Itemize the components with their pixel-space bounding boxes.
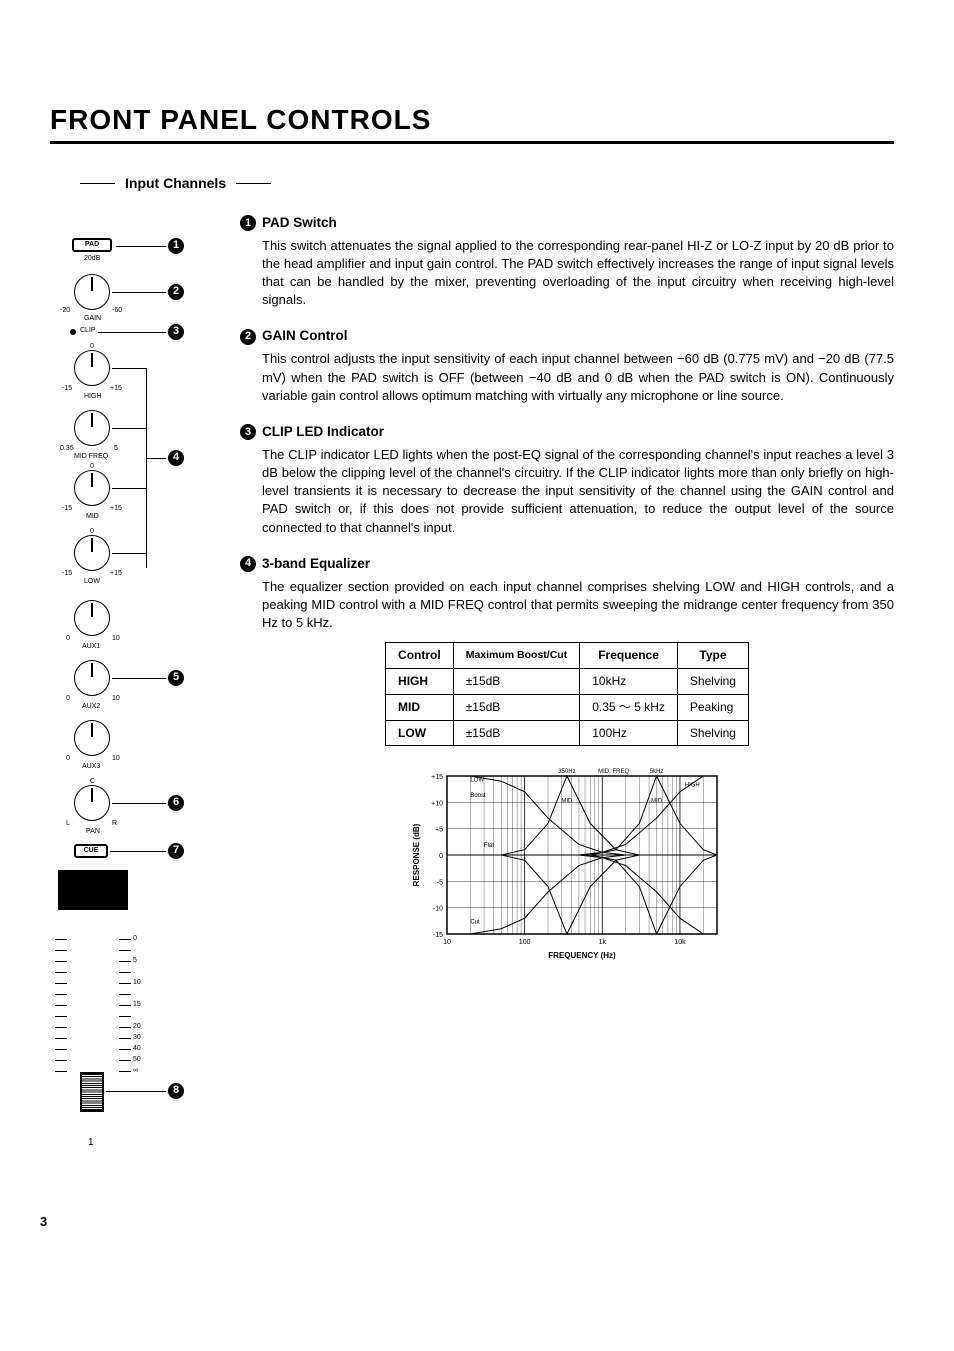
pan-knob-icon <box>74 785 110 821</box>
section-title: 3-band Equalizer <box>262 555 370 574</box>
low-knob-icon <box>74 535 110 571</box>
page-title: FRONT PANEL CONTROLS <box>50 100 894 144</box>
gain-min: -20 <box>60 306 70 316</box>
low-label: LOW <box>84 577 100 587</box>
th-control: Control <box>386 643 454 669</box>
svg-text:MID: MID <box>651 799 663 805</box>
aux1-label: AUX1 <box>82 642 100 652</box>
svg-text:FREQUENCY (Hz): FREQUENCY (Hz) <box>548 951 616 960</box>
svg-text:Cut: Cut <box>470 920 480 926</box>
section-pad: 1 PAD Switch This switch attenuates the … <box>240 214 894 310</box>
high-knob-icon <box>74 350 110 386</box>
svg-text:+5: +5 <box>435 827 443 834</box>
svg-text:350Hz: 350Hz <box>558 769 575 775</box>
svg-text:Flat: Flat <box>484 843 494 849</box>
page-number: 3 <box>40 1213 47 1231</box>
fader-scale: 0 5 10 15 20 30 40 50 ∞ <box>55 934 145 1077</box>
aux3-label: AUX3 <box>82 762 100 772</box>
svg-text:MID: MID <box>561 799 573 805</box>
section-body: This control adjusts the input sensitivi… <box>240 350 894 405</box>
callout-5: 5 <box>168 670 184 686</box>
th-boostcut: Maximum Boost/Cut <box>453 643 580 669</box>
clip-led-icon <box>70 329 76 335</box>
table-row: MID ±15dB 0.35 ～ 5 kHz Peaking <box>386 694 749 720</box>
eq-response-chart: -15 -10 -5 0 +5 +10 +15 10 100 1k 10k FREQUENCY (Hz… <box>240 762 894 962</box>
section-title: CLIP LED Indicator <box>262 423 384 442</box>
clip-label: CLIP <box>80 326 96 336</box>
table-row: HIGH ±15dB 10kHz Shelving <box>386 668 749 694</box>
svg-text:Boost: Boost <box>470 793 486 799</box>
pad-switch-icon: PAD <box>72 238 112 252</box>
section-clip: 3 CLIP LED Indicator The CLIP indicator … <box>240 423 894 537</box>
svg-text:RESPONSE (dB): RESPONSE (dB) <box>412 824 421 887</box>
callout-3: 3 <box>168 324 184 340</box>
midfreq-label: MID FREQ <box>74 452 108 462</box>
section-body: The CLIP indicator LED lights when the p… <box>240 446 894 537</box>
section-body: The equalizer section provided on each i… <box>240 578 894 633</box>
callout-6: 6 <box>168 795 184 811</box>
svg-text:5kHz: 5kHz <box>650 769 664 775</box>
svg-text:10k: 10k <box>674 939 686 946</box>
svg-text:100: 100 <box>519 939 531 946</box>
svg-text:-15: -15 <box>433 932 443 939</box>
eq-table: Control Maximum Boost/Cut Frequence Type… <box>385 642 749 746</box>
svg-text:LOW: LOW <box>470 778 484 784</box>
channel-display-icon <box>58 870 128 910</box>
callout-7: 7 <box>168 843 184 859</box>
callout-1: 1 <box>168 238 184 254</box>
section-title: PAD Switch <box>262 214 337 233</box>
bullet-3: 3 <box>240 424 256 440</box>
callout-4: 4 <box>168 450 184 466</box>
bullet-2: 2 <box>240 329 256 345</box>
svg-text:-10: -10 <box>433 906 443 913</box>
subsection-row: Input Channels <box>80 174 894 194</box>
high-label: HIGH <box>84 392 102 402</box>
callout-8: 8 <box>168 1083 184 1099</box>
svg-text:0: 0 <box>439 853 443 860</box>
aux2-label: AUX2 <box>82 702 100 712</box>
section-body: This switch attenuates the signal applie… <box>240 237 894 310</box>
pad-value: 20dB <box>84 254 100 264</box>
svg-text:+10: +10 <box>431 801 443 808</box>
mid-knob-icon <box>74 470 110 506</box>
bullet-4: 4 <box>240 556 256 572</box>
svg-text:MID. FREQ: MID. FREQ <box>598 769 629 775</box>
svg-text:1k: 1k <box>599 939 607 946</box>
table-row: LOW ±15dB 100Hz Shelving <box>386 720 749 746</box>
gain-max: -60 <box>112 306 122 316</box>
aux3-knob-icon <box>74 720 110 756</box>
descriptions: 1 PAD Switch This switch attenuates the … <box>240 214 894 1174</box>
midfreq-knob-icon <box>74 410 110 446</box>
svg-text:HIGH: HIGH <box>685 783 700 789</box>
section-title: GAIN Control <box>262 327 348 346</box>
svg-text:+15: +15 <box>431 774 443 781</box>
svg-text:-5: -5 <box>437 880 443 887</box>
svg-text:10: 10 <box>443 939 451 946</box>
th-type: Type <box>677 643 748 669</box>
section-eq: 4 3-band Equalizer The equalizer section… <box>240 555 894 963</box>
fader-cap-icon <box>80 1072 104 1112</box>
mid-label: MID <box>86 512 99 522</box>
aux1-knob-icon <box>74 600 110 636</box>
pan-label: PAN <box>86 827 100 837</box>
subsection-title: Input Channels <box>125 174 226 194</box>
cue-button-icon: CUE <box>74 844 108 858</box>
section-gain: 2 GAIN Control This control adjusts the … <box>240 327 894 404</box>
channel-strip-diagram: PAD 20dB 1 -20 -60 GAIN 2 CLIP 3 0 -15 +… <box>50 214 210 1174</box>
gain-label: GAIN <box>84 314 101 324</box>
callout-2: 2 <box>168 284 184 300</box>
gain-knob-icon <box>74 274 110 310</box>
th-freq: Frequence <box>580 643 678 669</box>
bullet-1: 1 <box>240 215 256 231</box>
channel-number: 1 <box>88 1136 94 1150</box>
aux2-knob-icon <box>74 660 110 696</box>
